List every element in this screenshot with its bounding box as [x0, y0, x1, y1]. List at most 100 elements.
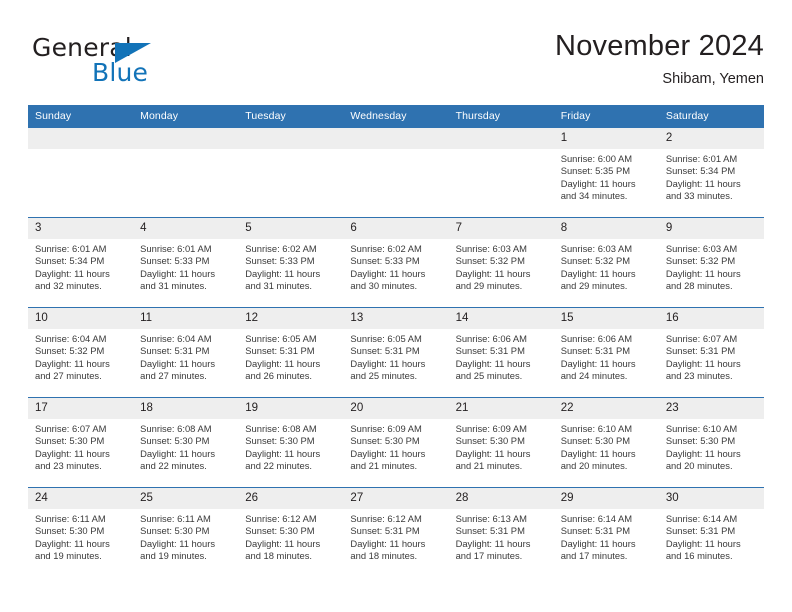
day-cell[interactable]: 15 Sunrise: 6:06 AM Sunset: 5:31 PM Dayl…	[553, 307, 659, 398]
day-cell[interactable]: 30 Sunrise: 6:14 AM Sunset: 5:31 PM Dayl…	[658, 487, 764, 577]
sunset-text: Sunset: 5:34 PM	[665, 165, 736, 177]
sunrise-text: Sunrise: 6:10 AM	[560, 423, 633, 434]
day-number: 29	[553, 488, 659, 509]
sunset-text: Sunset: 5:31 PM	[560, 525, 631, 537]
day-details: Sunrise: 6:01 AM Sunset: 5:33 PM Dayligh…	[133, 239, 238, 293]
sunset-text: Sunset: 5:32 PM	[665, 255, 736, 267]
sunrise-text: Sunrise: 6:01 AM	[35, 243, 107, 254]
day-cell[interactable]: 21 Sunrise: 6:09 AM Sunset: 5:30 PM Dayl…	[448, 397, 554, 488]
day-cell[interactable]: 19 Sunrise: 6:08 AM Sunset: 5:30 PM Dayl…	[238, 397, 344, 488]
daylight-text-line2: and 23 minutes.	[665, 370, 733, 382]
day-cell-empty	[133, 127, 239, 218]
day-cell[interactable]: 18 Sunrise: 6:08 AM Sunset: 5:30 PM Dayl…	[133, 397, 239, 488]
sunrise-text: Sunrise: 6:09 AM	[455, 423, 527, 434]
calendar-week-row: 3 Sunrise: 6:01 AM Sunset: 5:34 PM Dayli…	[28, 217, 764, 308]
sunset-text: Sunset: 5:30 PM	[350, 435, 420, 447]
day-details: Sunrise: 6:05 AM Sunset: 5:31 PM Dayligh…	[238, 329, 343, 383]
day-cell[interactable]: 26 Sunrise: 6:12 AM Sunset: 5:30 PM Dayl…	[238, 487, 344, 577]
sunset-text: Sunset: 5:30 PM	[140, 435, 210, 447]
day-cell[interactable]: 29 Sunrise: 6:14 AM Sunset: 5:31 PM Dayl…	[553, 487, 659, 577]
daylight-text-line2: and 25 minutes.	[455, 370, 523, 382]
day-cell[interactable]: 12 Sunrise: 6:05 AM Sunset: 5:31 PM Dayl…	[238, 307, 344, 398]
sunrise-text: Sunrise: 6:14 AM	[560, 513, 633, 524]
daylight-text-line1: Daylight: 11 hours	[140, 537, 216, 549]
day-details: Sunrise: 6:10 AM Sunset: 5:30 PM Dayligh…	[659, 419, 764, 473]
daylight-text-line1: Daylight: 11 hours	[245, 357, 321, 369]
day-cell[interactable]: 14 Sunrise: 6:06 AM Sunset: 5:31 PM Dayl…	[448, 307, 554, 398]
sunset-text: Sunset: 5:31 PM	[350, 345, 420, 357]
day-cell[interactable]: 5 Sunrise: 6:02 AM Sunset: 5:33 PM Dayli…	[238, 217, 344, 308]
calendar-page: General Blue November 2024 Shibam, Yemen…	[0, 0, 792, 612]
day-number: 24	[28, 488, 134, 509]
daylight-text-line1: Daylight: 11 hours	[665, 177, 741, 189]
day-number	[28, 128, 134, 149]
daylight-text-line2: and 22 minutes.	[140, 460, 207, 472]
daylight-text-line1: Daylight: 11 hours	[140, 267, 216, 279]
day-cell[interactable]: 17 Sunrise: 6:07 AM Sunset: 5:30 PM Dayl…	[28, 397, 134, 488]
sunrise-text: Sunrise: 6:05 AM	[350, 333, 422, 344]
day-cell[interactable]: 22 Sunrise: 6:10 AM Sunset: 5:30 PM Dayl…	[553, 397, 659, 488]
sunrise-text: Sunrise: 6:11 AM	[35, 513, 106, 524]
day-cell[interactable]: 27 Sunrise: 6:12 AM Sunset: 5:31 PM Dayl…	[343, 487, 449, 577]
daylight-text-line2: and 27 minutes.	[140, 370, 207, 382]
daylight-text-line1: Daylight: 11 hours	[35, 267, 110, 279]
day-cell[interactable]: 24 Sunrise: 6:11 AM Sunset: 5:30 PM Dayl…	[28, 487, 134, 577]
day-details: Sunrise: 6:09 AM Sunset: 5:30 PM Dayligh…	[343, 419, 448, 473]
day-cell[interactable]: 8 Sunrise: 6:03 AM Sunset: 5:32 PM Dayli…	[553, 217, 659, 308]
day-cell[interactable]: 11 Sunrise: 6:04 AM Sunset: 5:31 PM Dayl…	[133, 307, 239, 398]
calendar-week-row: 24 Sunrise: 6:11 AM Sunset: 5:30 PM Dayl…	[28, 487, 764, 577]
day-number: 11	[133, 308, 239, 329]
daylight-text-line2: and 31 minutes.	[245, 280, 312, 292]
day-cell[interactable]: 25 Sunrise: 6:11 AM Sunset: 5:30 PM Dayl…	[133, 487, 239, 577]
day-number: 1	[553, 128, 659, 149]
day-cell[interactable]: 13 Sunrise: 6:05 AM Sunset: 5:31 PM Dayl…	[343, 307, 449, 398]
day-cell[interactable]: 3 Sunrise: 6:01 AM Sunset: 5:34 PM Dayli…	[28, 217, 134, 308]
daylight-text-line2: and 21 minutes.	[350, 460, 418, 472]
logo-text-blue: Blue	[92, 58, 149, 87]
sunrise-text: Sunrise: 6:03 AM	[665, 243, 738, 254]
day-cell[interactable]: 1 Sunrise: 6:00 AM Sunset: 5:35 PM Dayli…	[553, 127, 659, 218]
day-cell[interactable]: 9 Sunrise: 6:03 AM Sunset: 5:32 PM Dayli…	[658, 217, 764, 308]
day-details: Sunrise: 6:08 AM Sunset: 5:30 PM Dayligh…	[133, 419, 238, 473]
sunset-text: Sunset: 5:31 PM	[140, 345, 210, 357]
daylight-text-line1: Daylight: 11 hours	[560, 177, 636, 189]
daylight-text-line2: and 31 minutes.	[140, 280, 207, 292]
day-details: Sunrise: 6:14 AM Sunset: 5:31 PM Dayligh…	[554, 509, 659, 563]
day-number: 27	[343, 488, 449, 509]
daylight-text-line1: Daylight: 11 hours	[665, 357, 741, 369]
day-cell[interactable]: 6 Sunrise: 6:02 AM Sunset: 5:33 PM Dayli…	[343, 217, 449, 308]
sunrise-text: Sunrise: 6:11 AM	[140, 513, 211, 524]
day-number: 19	[238, 398, 344, 419]
day-cell[interactable]: 16 Sunrise: 6:07 AM Sunset: 5:31 PM Dayl…	[658, 307, 764, 398]
sunset-text: Sunset: 5:31 PM	[350, 525, 420, 537]
daylight-text-line1: Daylight: 11 hours	[350, 357, 426, 369]
day-cell[interactable]: 4 Sunrise: 6:01 AM Sunset: 5:33 PM Dayli…	[133, 217, 239, 308]
day-number: 3	[28, 218, 134, 239]
day-cell[interactable]: 2 Sunrise: 6:01 AM Sunset: 5:34 PM Dayli…	[658, 127, 764, 218]
day-cell[interactable]: 28 Sunrise: 6:13 AM Sunset: 5:31 PM Dayl…	[448, 487, 554, 577]
daylight-text-line1: Daylight: 11 hours	[665, 447, 741, 459]
day-cell-empty	[448, 127, 554, 218]
sunrise-text: Sunrise: 6:03 AM	[560, 243, 633, 254]
daylight-text-line2: and 33 minutes.	[665, 190, 733, 202]
sunrise-text: Sunrise: 6:04 AM	[140, 333, 212, 344]
day-number	[448, 128, 554, 149]
daylight-text-line2: and 28 minutes.	[665, 280, 733, 292]
sunset-text: Sunset: 5:31 PM	[455, 345, 525, 357]
daylight-text-line1: Daylight: 11 hours	[35, 447, 110, 459]
weekday-header-friday: Friday	[553, 105, 659, 128]
day-cell[interactable]: 7 Sunrise: 6:03 AM Sunset: 5:32 PM Dayli…	[448, 217, 554, 308]
daylight-text-line1: Daylight: 11 hours	[560, 267, 636, 279]
day-details: Sunrise: 6:00 AM Sunset: 5:35 PM Dayligh…	[554, 149, 659, 203]
day-details: Sunrise: 6:05 AM Sunset: 5:31 PM Dayligh…	[343, 329, 448, 383]
day-cell[interactable]: 10 Sunrise: 6:04 AM Sunset: 5:32 PM Dayl…	[28, 307, 134, 398]
general-blue-logo[interactable]: General Blue	[32, 34, 212, 90]
weekday-header-tuesday: Tuesday	[238, 105, 344, 128]
page-header: General Blue November 2024 Shibam, Yemen	[28, 28, 764, 98]
weekday-header-monday: Monday	[133, 105, 239, 128]
sunset-text: Sunset: 5:30 PM	[35, 525, 105, 537]
day-cell[interactable]: 23 Sunrise: 6:10 AM Sunset: 5:30 PM Dayl…	[658, 397, 764, 488]
sunset-text: Sunset: 5:34 PM	[35, 255, 105, 267]
day-cell[interactable]: 20 Sunrise: 6:09 AM Sunset: 5:30 PM Dayl…	[343, 397, 449, 488]
sunrise-text: Sunrise: 6:06 AM	[455, 333, 527, 344]
